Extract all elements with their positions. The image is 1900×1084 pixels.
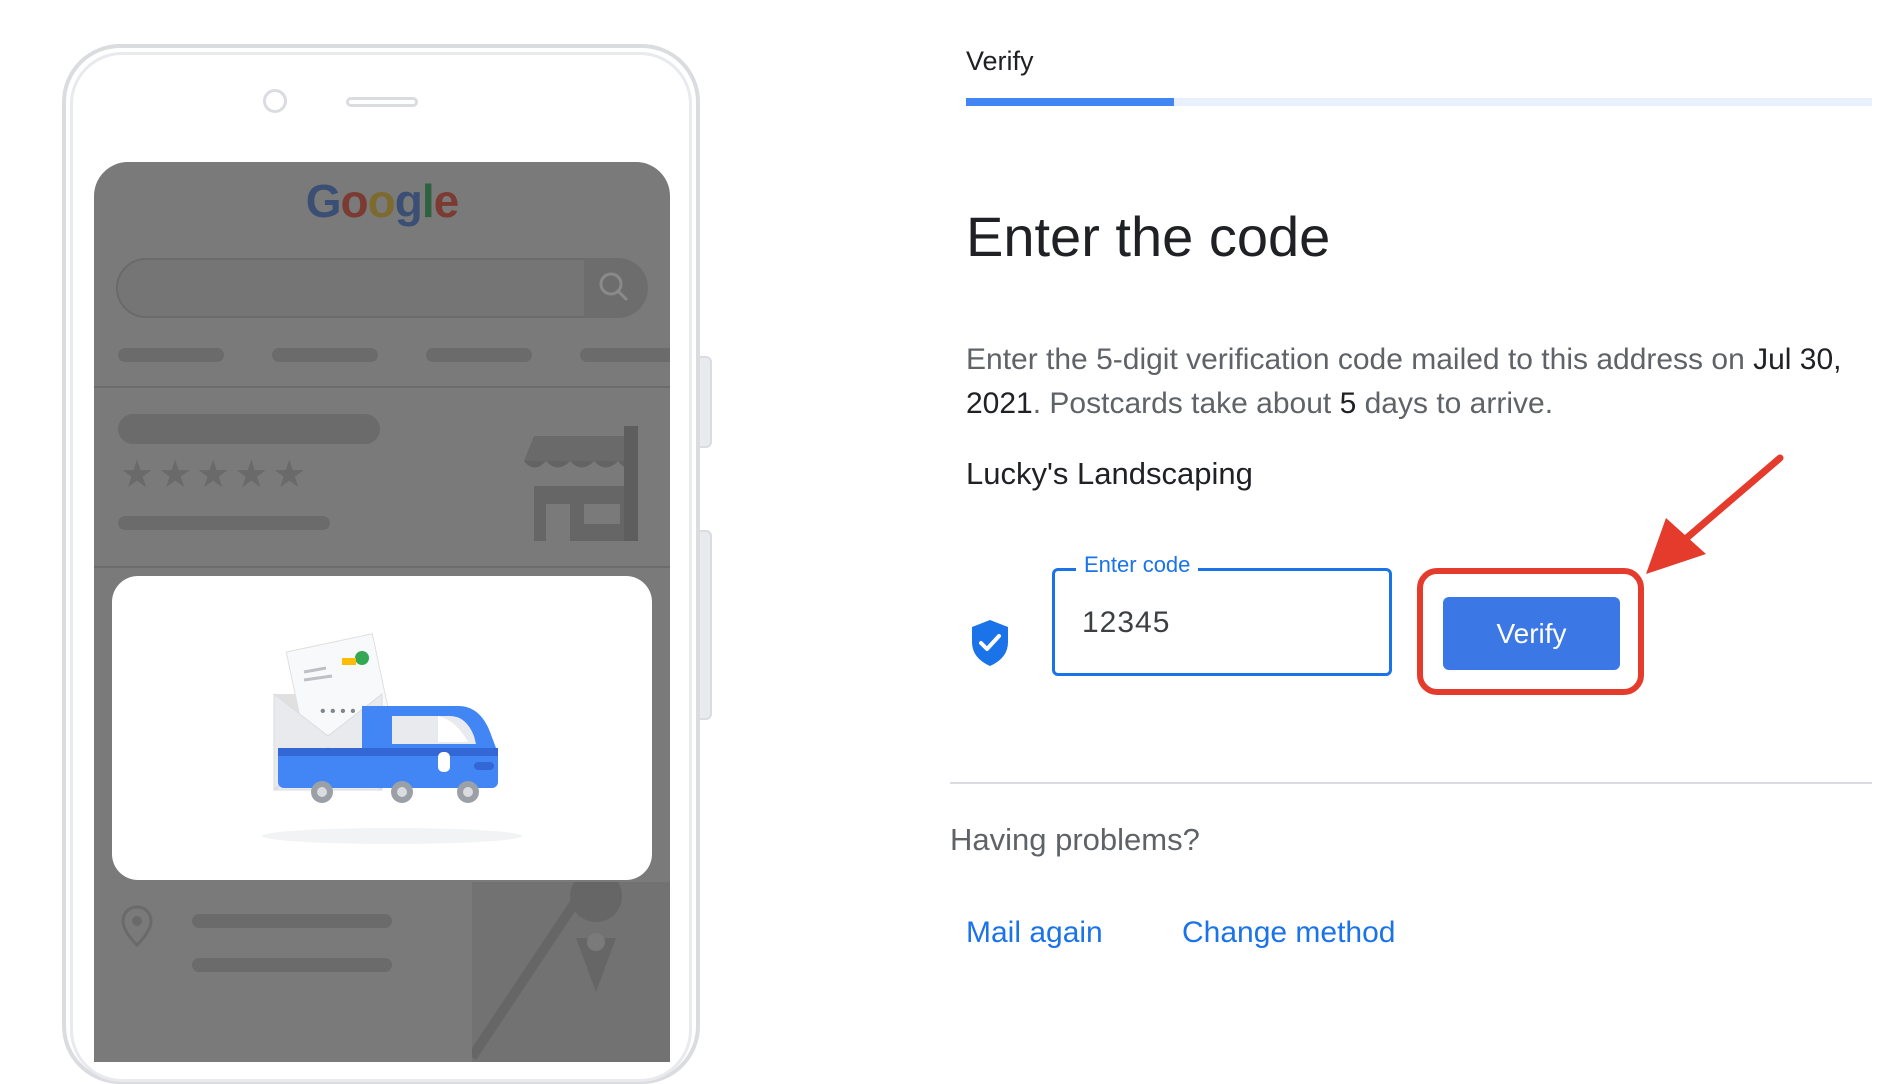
google-logo: Google: [305, 175, 459, 227]
mock-map: [467, 870, 670, 1062]
map-pin-icon: [467, 870, 623, 1060]
mock-divider: [94, 566, 670, 568]
mock-tab-placeholder: [426, 348, 532, 362]
mock-tab-placeholder: [580, 348, 670, 362]
step-label: Verify: [966, 46, 1034, 76]
help-heading: Having problems?: [950, 822, 1200, 857]
verified-shield-icon: [972, 620, 1008, 666]
mock-divider: [94, 386, 670, 388]
mock-text-placeholder: [192, 914, 392, 928]
mock-tab-placeholder: [272, 348, 378, 362]
arrival-days: 5: [1339, 387, 1357, 420]
mock-text-placeholder: [192, 958, 392, 972]
phone-volume-button: [700, 530, 712, 720]
mock-tab-placeholder: [118, 348, 224, 362]
phone-camera: [263, 89, 287, 113]
storefront-icon: [524, 426, 638, 541]
pointer-arrow-icon: [1646, 454, 1784, 574]
description-prefix: Enter the 5-digit verification code mail…: [966, 343, 1754, 376]
location-pin-icon: [121, 905, 153, 948]
description-middle: . Postcards take about: [1032, 387, 1340, 420]
postcard-truck-illustration: • • • • •: [262, 633, 522, 844]
rating-stars: ★★★★★: [120, 454, 311, 496]
search-icon: [599, 272, 628, 301]
progress-fill: [966, 98, 1174, 106]
mock-text-placeholder: [118, 516, 330, 530]
mock-title-placeholder: [118, 414, 380, 444]
mock-search-button: [584, 258, 648, 318]
phone-side-button: [700, 356, 712, 448]
change-method-link[interactable]: Change method: [1182, 916, 1396, 950]
section-divider: [950, 782, 1872, 784]
business-name: Lucky's Landscaping: [966, 456, 1253, 491]
description-suffix: days to arrive.: [1356, 387, 1554, 420]
verify-button[interactable]: Verify: [1443, 597, 1620, 670]
verification-code-input[interactable]: [1082, 600, 1362, 646]
mock-search-bar: [116, 258, 644, 318]
verification-description: Enter the 5-digit verification code mail…: [966, 338, 1876, 426]
code-field-label: Enter code: [1076, 552, 1199, 578]
mailing-illustration-card: • • • • •: [112, 576, 652, 880]
page-title: Enter the code: [966, 205, 1331, 268]
mail-again-link[interactable]: Mail again: [966, 916, 1103, 950]
phone-speaker: [346, 97, 418, 107]
